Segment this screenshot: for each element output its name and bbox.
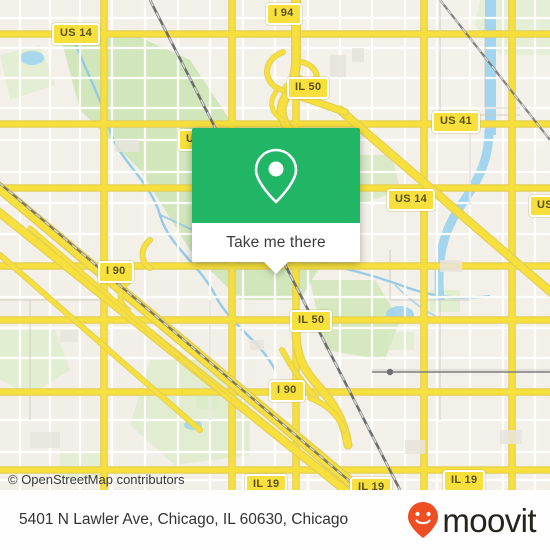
shield-us-edge[interactable]: US [529,195,550,217]
map-page: US 14 I 94 IL 50 US 41 US 14 US U I 90 I… [0,0,550,550]
popup-action-row[interactable]: Take me there [192,223,360,262]
map-canvas[interactable]: US 14 I 94 IL 50 US 41 US 14 US U I 90 I… [0,0,550,490]
moovit-brand[interactable]: moovit [406,501,537,539]
shield-il-50-top[interactable]: IL 50 [287,77,330,99]
shield-il-19-right[interactable]: IL 19 [443,470,486,490]
osm-attribution[interactable]: © OpenStreetMap contributors [8,472,185,487]
footer-bar: 5401 N Lawler Ave, Chicago, IL 60630, Ch… [0,490,550,550]
shield-i-90-left[interactable]: I 90 [98,261,134,283]
popup-header [192,128,360,223]
location-popup-card[interactable]: Take me there [192,128,360,274]
shield-il-19-left[interactable]: IL 19 [245,474,288,490]
shield-i-94[interactable]: I 94 [266,3,302,25]
moovit-pin-icon [408,502,439,538]
popup-tail-arrow [264,262,288,274]
moovit-wordmark: moovit [442,501,536,539]
shield-i-90-mid[interactable]: I 90 [269,380,305,402]
take-me-there-label: Take me there [226,233,326,251]
address-label: 5401 N Lawler Ave, Chicago, IL 60630, Ch… [19,511,349,528]
shield-il-50-mid[interactable]: IL 50 [290,310,333,332]
shield-us-41[interactable]: US 41 [432,111,481,133]
shield-il-19-mid[interactable]: IL 19 [350,477,393,490]
shield-us-14-right[interactable]: US 14 [387,189,436,211]
shield-us-14-top-left[interactable]: US 14 [52,23,101,45]
map-pin-icon [254,148,298,203]
